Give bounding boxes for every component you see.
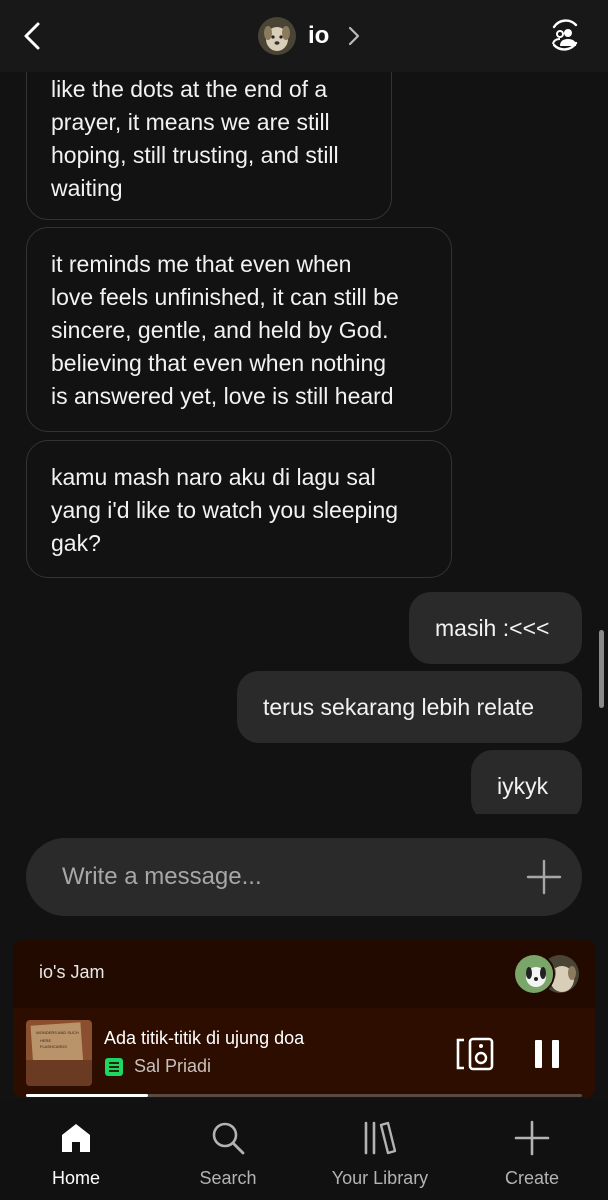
nav-label: Home — [51, 1168, 100, 1188]
jam-label: io's Jam — [39, 962, 105, 982]
message-line: hoping, still trusting, and still — [51, 142, 339, 168]
message-input[interactable] — [62, 838, 482, 916]
avatar — [513, 953, 555, 995]
message-bubble: like the dots at the end of a prayer, it… — [26, 72, 392, 220]
library-icon — [364, 1121, 397, 1155]
page-title: io — [308, 22, 330, 49]
chevron-right-icon — [347, 25, 361, 47]
chat-header: io — [0, 0, 608, 72]
album-art-text: FLASHCARDS — [40, 1044, 67, 1049]
album-art-text: WONDERS AND SUCH — [36, 1030, 79, 1035]
message-line: sincere, gentle, and held by God. — [51, 317, 389, 343]
plus-icon — [526, 859, 562, 895]
message-line: yang i'd like to watch you sleeping — [51, 497, 399, 523]
message-line: masih :<<< — [435, 615, 550, 641]
message-line: prayer, it means we are still — [51, 109, 330, 135]
message-line: waiting — [51, 175, 123, 201]
people-icon — [552, 19, 578, 51]
nav-label: Your Library — [331, 1168, 429, 1188]
plus-icon — [514, 1120, 550, 1156]
back-button[interactable] — [14, 18, 50, 54]
message-line: gak? — [51, 530, 101, 556]
message-line: it reminds me that even when — [51, 251, 352, 277]
scrollbar[interactable] — [599, 630, 604, 708]
avatar — [258, 17, 296, 55]
message-line: iykyk — [497, 773, 549, 799]
nav-home[interactable]: Home — [0, 1118, 152, 1194]
artist-name: Sal Priadi — [134, 1056, 212, 1076]
search-icon — [212, 1122, 245, 1155]
jam-participants-button[interactable] — [546, 16, 584, 54]
nav-create[interactable]: Create — [456, 1118, 608, 1194]
track-title[interactable]: Ada titik-titik di ujung doa — [104, 1028, 304, 1049]
progress-fill — [26, 1094, 149, 1097]
home-icon — [62, 1124, 90, 1152]
now-playing-card[interactable]: io's Jam WONDERS AND SUCH HERE FLASHCARD… — [13, 940, 595, 1098]
pause-icon — [535, 1040, 559, 1068]
message-list[interactable]: like the dots at the end of a prayer, it… — [0, 72, 608, 814]
pause-button[interactable] — [527, 1034, 567, 1074]
message-line: kamu mash naro aku di lagu sal — [51, 464, 376, 490]
message-line: terus sekarang lebih relate — [263, 694, 535, 720]
nav-label: Search — [199, 1168, 257, 1188]
message-line: is answered yet, love is still heard — [51, 383, 394, 409]
message-line: like the dots at the end of a — [51, 76, 328, 102]
jam-row[interactable]: io's Jam — [13, 940, 595, 1008]
connect-device-button[interactable] — [453, 1034, 497, 1074]
message-line: believing that even when nothing — [51, 350, 387, 376]
message-composer — [26, 838, 582, 916]
conversation-title-button[interactable]: io — [258, 16, 361, 56]
attach-button[interactable] — [524, 857, 564, 897]
bottom-nav: Home Search Your Library Create — [0, 1100, 608, 1200]
artist-row[interactable]: Sal Priadi — [104, 1056, 211, 1077]
nav-label: Create — [504, 1168, 560, 1188]
nav-library[interactable]: Your Library — [304, 1118, 456, 1194]
message-bubble: iykyk — [471, 750, 582, 814]
message-line: love feels unfinished, it can still be — [51, 284, 399, 310]
playback-progress[interactable] — [26, 1094, 582, 1097]
nav-search[interactable]: Search — [152, 1118, 304, 1194]
message-bubble: it reminds me that even when love feels … — [26, 227, 452, 432]
downloaded-icon — [105, 1057, 123, 1076]
message-bubble: terus sekarang lebih relate — [237, 671, 582, 743]
album-art[interactable]: WONDERS AND SUCH HERE FLASHCARDS — [26, 1020, 92, 1086]
speaker-device-icon — [456, 1037, 494, 1071]
message-bubble: kamu mash naro aku di lagu sal yang i'd … — [26, 440, 452, 578]
album-art-text: HERE — [40, 1038, 51, 1043]
message-bubble: masih :<<< — [409, 592, 582, 664]
chevron-left-icon — [24, 22, 40, 50]
jam-avatars — [513, 953, 581, 995]
